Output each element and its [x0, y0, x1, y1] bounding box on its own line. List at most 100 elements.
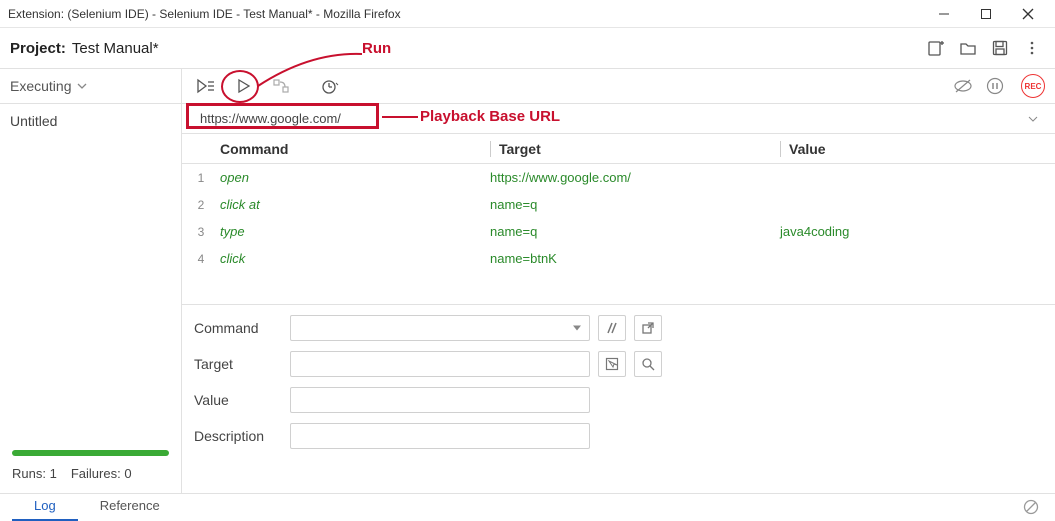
tab-reference[interactable]: Reference	[78, 492, 182, 521]
editor-value-label: Value	[194, 392, 290, 408]
playback-url-row	[182, 104, 1055, 134]
find-target-button[interactable]	[634, 351, 662, 377]
test-item-untitled[interactable]: Untitled	[0, 104, 181, 138]
editor-description-row: Description	[194, 423, 1043, 449]
table-row[interactable]: 1 open https://www.google.com/	[182, 164, 1055, 191]
project-name: Test Manual*	[72, 40, 159, 57]
progress-bar	[12, 450, 169, 456]
new-window-icon	[641, 321, 655, 335]
tab-log[interactable]: Log	[12, 492, 78, 521]
row-target: name=btnK	[490, 251, 780, 266]
step-icon	[273, 78, 291, 94]
search-icon	[641, 357, 655, 371]
chevron-down-icon	[1028, 114, 1038, 124]
new-file-icon	[927, 39, 945, 57]
row-command: click at	[220, 197, 490, 212]
window-maximize-button[interactable]	[965, 0, 1007, 28]
toggle-comment-button[interactable]	[598, 315, 626, 341]
record-button[interactable]: REC	[1021, 74, 1045, 98]
row-number: 4	[182, 252, 220, 266]
left-pane-fill	[0, 138, 181, 450]
row-command: type	[220, 224, 490, 239]
select-target-button[interactable]	[598, 351, 626, 377]
editor-target-row: Target	[194, 351, 1043, 377]
editor-value-row: Value	[194, 387, 1043, 413]
record-label: REC	[1025, 82, 1042, 91]
editor-command-row: Command	[194, 315, 1043, 341]
execution-mode-label: Executing	[10, 78, 71, 94]
clock-icon	[321, 77, 339, 95]
bottom-tabs: Log Reference	[0, 494, 1055, 521]
col-command-header: Command	[220, 141, 490, 157]
open-in-new-button[interactable]	[634, 315, 662, 341]
slashes-icon	[605, 321, 619, 335]
right-pane: REC Command Target Value 1 open	[182, 69, 1055, 493]
breakpoints-off-icon	[953, 78, 973, 94]
editor-description-label: Description	[194, 428, 290, 444]
runs-stat: Runs: 1	[12, 466, 57, 481]
play-icon	[236, 78, 252, 94]
close-icon	[1022, 8, 1034, 20]
window-titlebar: Extension: (Selenium IDE) - Selenium IDE…	[0, 0, 1055, 28]
run-current-test-button[interactable]	[230, 72, 258, 100]
editor-command-label: Command	[194, 320, 290, 336]
editor-description-input[interactable]	[290, 423, 590, 449]
command-table-header: Command Target Value	[182, 134, 1055, 164]
project-header: Project: Test Manual*	[0, 28, 1055, 68]
editor-target-label: Target	[194, 356, 290, 372]
cursor-box-icon	[605, 357, 619, 371]
toolbar: REC	[182, 69, 1055, 104]
minimize-icon	[938, 8, 950, 20]
table-row[interactable]: 2 click at name=q	[182, 191, 1055, 218]
pause-on-exceptions-button[interactable]	[981, 72, 1009, 100]
window-title: Extension: (Selenium IDE) - Selenium IDE…	[8, 7, 401, 21]
run-all-icon	[196, 78, 216, 94]
editor-value-input[interactable]	[290, 387, 590, 413]
window-close-button[interactable]	[1007, 0, 1049, 28]
kebab-icon	[1024, 40, 1040, 56]
maximize-icon	[980, 8, 992, 20]
window-minimize-button[interactable]	[923, 0, 965, 28]
toolbar-right: REC	[949, 72, 1045, 100]
col-value-header: Value	[780, 141, 1055, 157]
table-row[interactable]: 4 click name=btnK	[182, 245, 1055, 272]
run-all-button[interactable]	[192, 72, 220, 100]
pause-circle-icon	[986, 77, 1004, 95]
save-project-button[interactable]	[987, 35, 1013, 61]
open-project-button[interactable]	[955, 35, 981, 61]
more-menu-button[interactable]	[1019, 35, 1045, 61]
command-editor-panel: Command Target Value	[182, 304, 1055, 493]
project-label: Project:	[10, 40, 66, 57]
row-value: java4coding	[780, 224, 1055, 239]
command-rows: 1 open https://www.google.com/ 2 click a…	[182, 164, 1055, 304]
row-number: 3	[182, 225, 220, 239]
row-number: 2	[182, 198, 220, 212]
run-stats: Runs: 1 Failures: 0	[0, 466, 181, 493]
row-command: click	[220, 251, 490, 266]
editor-command-dropdown[interactable]	[290, 315, 590, 341]
table-row[interactable]: 3 type name=q java4coding	[182, 218, 1055, 245]
command-table: Command Target Value 1 open https://www.…	[182, 134, 1055, 304]
chevron-down-icon	[77, 81, 87, 91]
execution-mode-dropdown[interactable]: Executing	[0, 69, 181, 104]
col-target-header: Target	[490, 141, 780, 157]
playback-base-url-input[interactable]	[192, 107, 1021, 130]
main-area: Executing Untitled Runs: 1 Failures: 0	[0, 68, 1055, 494]
row-target: name=q	[490, 197, 780, 212]
step-over-button[interactable]	[268, 72, 296, 100]
test-item-label: Untitled	[10, 113, 57, 129]
disable-breakpoints-button[interactable]	[949, 72, 977, 100]
failures-stat: Failures: 0	[71, 466, 132, 481]
folder-icon	[959, 39, 977, 57]
prohibit-icon	[1023, 499, 1039, 515]
editor-target-input[interactable]	[290, 351, 590, 377]
speed-control-button[interactable]	[316, 72, 344, 100]
url-dropdown-button[interactable]	[1021, 107, 1045, 130]
row-command: open	[220, 170, 490, 185]
row-target: name=q	[490, 224, 780, 239]
clear-log-button[interactable]	[1019, 495, 1043, 519]
new-project-button[interactable]	[923, 35, 949, 61]
save-icon	[991, 39, 1009, 57]
row-number: 1	[182, 171, 220, 185]
left-pane: Executing Untitled Runs: 1 Failures: 0	[0, 69, 182, 493]
